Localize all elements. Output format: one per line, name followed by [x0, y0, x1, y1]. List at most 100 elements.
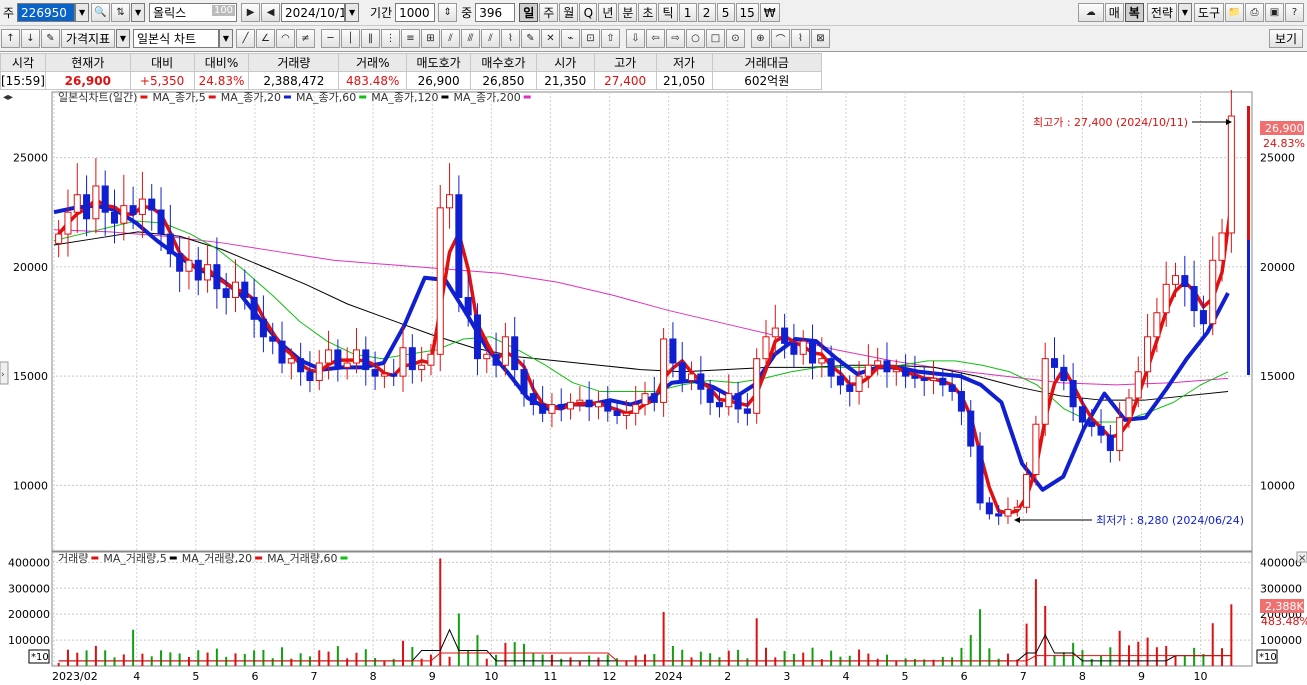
- btn-buy[interactable]: 매: [1104, 3, 1124, 22]
- stock-name-field[interactable]: 올릭스 100: [149, 3, 238, 22]
- date-input[interactable]: 2024/10/11: [281, 3, 346, 22]
- draw-tool-icon-1[interactable]: ∠: [256, 29, 275, 48]
- indicator-dropdown-icon[interactable]: ▼: [116, 29, 130, 48]
- period-button-2[interactable]: 월: [559, 3, 579, 22]
- draw-tool-icon-12[interactable]: ⫽: [481, 29, 500, 48]
- draw-tool-icon-25[interactable]: ⊕: [751, 29, 770, 48]
- candle-body-83: [827, 358, 835, 377]
- candle-body-6: [110, 211, 119, 224]
- volume-bar-31: [346, 658, 349, 666]
- draw-tool-icon-26[interactable]: ⌒: [771, 29, 790, 48]
- period-button-12[interactable]: ₩: [759, 3, 780, 22]
- cloud-icon[interactable]: ☁: [1077, 3, 1104, 22]
- candle-body-0: [55, 233, 63, 244]
- draw-tool-icon-28[interactable]: ⊠: [811, 29, 830, 48]
- period-button-10[interactable]: 5: [716, 3, 735, 22]
- chart-type-dropdown-icon[interactable]: ▼: [219, 29, 233, 48]
- x-tick-16: 7: [1020, 670, 1027, 683]
- draw-tool-icon-20[interactable]: ⇦: [646, 29, 665, 48]
- strategy-dropdown-icon[interactable]: ▼: [1177, 3, 1192, 22]
- draw-tool-icon-4[interactable]: ─: [321, 29, 340, 48]
- draw-tool-icon-0[interactable]: ╱: [236, 29, 255, 48]
- candle-body-95: [939, 377, 947, 386]
- draw-tool-icon-14[interactable]: ✎: [521, 29, 540, 48]
- settings-icon[interactable]: ✎: [41, 29, 60, 48]
- period-input[interactable]: 1000: [395, 3, 436, 22]
- draw-tool-icon-16[interactable]: ⌁: [561, 29, 580, 48]
- folder-icon[interactable]: 📁: [1225, 3, 1244, 22]
- date-dropdown-icon[interactable]: ▼: [345, 3, 360, 22]
- draw-tool-icon-23[interactable]: □: [706, 29, 725, 48]
- prev-arrow-icon[interactable]: ◀: [261, 3, 281, 22]
- draw-tool-icon-15[interactable]: ✕: [541, 29, 560, 48]
- market-label: 주: [3, 6, 15, 20]
- svg-text:×: ×: [1298, 553, 1306, 564]
- sort-dropdown-icon[interactable]: ▼: [131, 3, 146, 22]
- candle-body-49: [511, 336, 519, 371]
- period-button-4[interactable]: 년: [598, 3, 618, 22]
- draw-tool-icon-17[interactable]: ⊡: [581, 29, 600, 48]
- draw-tool-icon-11[interactable]: ⫻: [461, 29, 480, 48]
- draw-tool-icon-19[interactable]: ⇩: [626, 29, 645, 48]
- stock-chart[interactable]: 25000 25000 20000 20000 15000 15000 10000 10000…: [0, 90, 1307, 685]
- btn-tools[interactable]: 도구: [1193, 3, 1224, 22]
- candle-body-71: [715, 401, 723, 408]
- candle-body-34: [371, 369, 379, 377]
- volume-bar-58: [597, 657, 600, 666]
- volume-tick-left-0: 400000: [8, 556, 50, 569]
- period-button-9[interactable]: 2: [697, 3, 716, 22]
- period-button-1[interactable]: 주: [539, 3, 559, 22]
- volume-bar-71: [718, 657, 721, 666]
- down-arrow-icon[interactable]: ↓: [21, 29, 40, 48]
- period-button-5[interactable]: 분: [618, 3, 638, 22]
- search-icon[interactable]: 🔍: [91, 3, 111, 22]
- indicator-button[interactable]: 가격지표: [61, 29, 115, 48]
- high-price-annotation: 최고가 : 27,400 (2024/10/11): [1033, 116, 1188, 129]
- weight-input[interactable]: 396: [475, 3, 516, 22]
- code-dropdown-icon[interactable]: ▼: [75, 3, 90, 22]
- collapse-icon[interactable]: ◂▸: [3, 92, 13, 103]
- draw-tool-icon-13[interactable]: ⌇: [501, 29, 520, 48]
- period-button-8[interactable]: 1: [678, 3, 697, 22]
- draw-tool-icon-27[interactable]: ⌇: [791, 29, 810, 48]
- help-icon[interactable]: ?: [1285, 3, 1304, 22]
- up-arrow-icon[interactable]: ↑: [1, 29, 20, 48]
- chart-type-select[interactable]: 일본식 차트: [133, 29, 219, 48]
- candle-body-66: [669, 338, 677, 364]
- view-button[interactable]: 보기: [1269, 29, 1303, 48]
- candle-body-37: [399, 347, 407, 377]
- period-button-3[interactable]: Q: [579, 3, 598, 22]
- candle-body-10: [148, 198, 156, 211]
- draw-tool-icon-24[interactable]: ⊙: [726, 29, 745, 48]
- draw-tool-icon-9[interactable]: ⊞: [421, 29, 440, 48]
- save-icon[interactable]: ▣: [1265, 3, 1284, 22]
- draw-tool-icon-10[interactable]: ⫽: [441, 29, 460, 48]
- period-button-6[interactable]: 초: [638, 3, 658, 22]
- draw-tool-icon-5[interactable]: │: [341, 29, 360, 48]
- draw-tool-icon-6[interactable]: ‖: [361, 29, 380, 48]
- draw-tool-icon-8[interactable]: ≡: [401, 29, 420, 48]
- stepper-icon[interactable]: ⇕: [438, 3, 458, 22]
- print-icon[interactable]: ⎙: [1245, 3, 1264, 22]
- period-button-11[interactable]: 15: [735, 3, 759, 22]
- draw-tool-icon-2[interactable]: ◠: [276, 29, 295, 48]
- btn-multi[interactable]: 복: [1124, 3, 1144, 22]
- candle-body-87: [864, 364, 872, 377]
- draw-tool-icon-22[interactable]: ○: [686, 29, 705, 48]
- btn-strategy[interactable]: 전략: [1146, 3, 1177, 22]
- volume-legend-3: MA_거래량,60: [267, 552, 337, 565]
- candle-body-2: [73, 194, 81, 213]
- volume-bar-124: [1211, 623, 1214, 666]
- period-button-0[interactable]: 일: [519, 3, 539, 22]
- price-tick-left-3: 10000: [13, 479, 48, 492]
- next-arrow-icon[interactable]: ▶: [241, 3, 261, 22]
- sort-icon[interactable]: ⇅: [111, 3, 131, 22]
- draw-tool-icon-18[interactable]: ⇧: [601, 29, 620, 48]
- period-button-7[interactable]: 틱: [658, 3, 678, 22]
- draw-tool-icon-7[interactable]: ⋮: [381, 29, 400, 48]
- draw-tool-icon-3[interactable]: ≠: [296, 29, 315, 48]
- draw-tool-icon-21[interactable]: ⇨: [666, 29, 685, 48]
- volume-bar-34: [374, 657, 377, 666]
- volume-bar-51: [532, 652, 535, 666]
- stock-code-input[interactable]: 226950: [17, 3, 76, 22]
